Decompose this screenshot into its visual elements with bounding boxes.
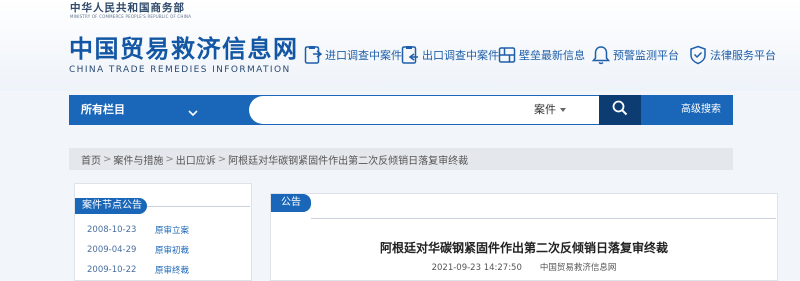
nav-legal-service-label: 法律服务平台 bbox=[710, 49, 776, 62]
article-timestamp: 2021-09-23 14:27:50 bbox=[431, 263, 522, 273]
search-input[interactable] bbox=[259, 97, 539, 123]
breadcrumb-home[interactable]: 首页 bbox=[81, 152, 101, 167]
nav-warning-platform-label: 预警监测平台 bbox=[613, 49, 679, 62]
search-type-select[interactable]: 案件 bbox=[534, 95, 596, 125]
nav-barrier-info[interactable]: 壁垒最新信息 bbox=[497, 42, 585, 68]
advanced-search-link[interactable]: 高级搜索 bbox=[681, 95, 721, 125]
divider bbox=[147, 206, 250, 207]
site-title-cn: 中国贸易救济信息网 bbox=[69, 35, 299, 63]
search-bar: 所有栏目 案件 高级搜索 bbox=[69, 95, 733, 125]
nav-legal-service[interactable]: 法律服务平台 bbox=[688, 42, 776, 68]
caret-down-icon bbox=[560, 108, 566, 112]
case-node-panel: 案件节点公告 2008-10-23 原审立案 2009-04-29 原审初裁 2… bbox=[74, 183, 252, 281]
list-item-date: 2008-10-23 bbox=[87, 225, 137, 235]
breadcrumb-separator: > bbox=[103, 153, 112, 165]
nav-export-cases[interactable]: 出口调查中案件 bbox=[400, 42, 499, 68]
article-panel: 公告 阿根廷对华碳钢紧固件作出第二次反倾销日落复审终裁 2021-09-23 1… bbox=[270, 193, 778, 281]
nav-barrier-info-label: 壁垒最新信息 bbox=[519, 49, 585, 62]
export-case-icon bbox=[400, 44, 420, 66]
list-item[interactable]: 2009-04-29 原审初裁 bbox=[87, 240, 189, 260]
list-item[interactable]: 2008-10-23 原审立案 bbox=[87, 220, 189, 240]
search-button[interactable] bbox=[599, 95, 641, 125]
nav-import-cases[interactable]: 进口调查中案件 bbox=[303, 42, 402, 68]
site-logo[interactable]: 中国贸易救济信息网 CHINA TRADE REMEDIES INFORMATI… bbox=[69, 36, 299, 76]
breadcrumb: 首页 > 案件与措施 > 出口应诉 > 阿根廷对华碳钢紧固件作出第二次反倾销日落… bbox=[69, 148, 733, 170]
shield-check-icon bbox=[688, 44, 708, 66]
ministry-label: 中华人民共和国商务部 MINISTRY OF COMMERCE PEOPLE'S… bbox=[70, 3, 191, 20]
breadcrumb-current: 阿根廷对华碳钢紧固件作出第二次反倾销日落复审终裁 bbox=[228, 155, 469, 167]
article-title: 阿根廷对华碳钢紧固件作出第二次反倾销日落复审终裁 bbox=[379, 241, 668, 255]
search-type-label: 案件 bbox=[534, 103, 556, 116]
chevron-down-icon[interactable] bbox=[187, 104, 199, 117]
tab-notice[interactable]: 公告 bbox=[271, 194, 311, 212]
barrier-info-icon bbox=[497, 44, 517, 66]
import-case-icon bbox=[303, 44, 323, 66]
article-meta: 2021-09-23 14:27:50 中国贸易救济信息网 bbox=[271, 261, 777, 273]
list-item-link[interactable]: 原审立案 bbox=[155, 224, 189, 236]
breadcrumb-export-response[interactable]: 出口应诉 bbox=[176, 152, 216, 167]
breadcrumb-cases-measures[interactable]: 案件与措施 bbox=[113, 152, 163, 167]
list-item[interactable]: 2009-10-22 原审终裁 bbox=[87, 260, 189, 280]
breadcrumb-separator: > bbox=[165, 153, 174, 165]
site-title-en: CHINA TRADE REMEDIES INFORMATION bbox=[69, 65, 291, 75]
breadcrumb-separator: > bbox=[217, 153, 227, 165]
ministry-name-en: MINISTRY OF COMMERCE PEOPLE'S REPUBLIC O… bbox=[70, 14, 192, 19]
list-item-date: 2009-04-29 bbox=[87, 245, 137, 255]
all-columns-menu[interactable]: 所有栏目 bbox=[81, 95, 125, 125]
nav-import-cases-label: 进口调查中案件 bbox=[325, 49, 402, 62]
nav-warning-platform[interactable]: 预警监测平台 bbox=[591, 42, 679, 68]
case-node-list: 2008-10-23 原审立案 2009-04-29 原审初裁 2009-10-… bbox=[87, 220, 189, 280]
site-header: 中华人民共和国商务部 MINISTRY OF COMMERCE PEOPLE'S… bbox=[0, 0, 800, 91]
list-item-link[interactable]: 原审终裁 bbox=[155, 264, 189, 276]
search-icon bbox=[612, 100, 628, 120]
ministry-name-cn: 中华人民共和国商务部 bbox=[70, 2, 185, 14]
divider bbox=[311, 218, 776, 219]
list-item-date: 2009-10-22 bbox=[87, 265, 137, 275]
nav-export-cases-label: 出口调查中案件 bbox=[422, 49, 499, 62]
bell-icon bbox=[591, 44, 611, 66]
case-node-heading: 案件节点公告 bbox=[75, 198, 147, 214]
article-source: 中国贸易救济信息网 bbox=[539, 263, 617, 273]
list-item-link[interactable]: 原审初裁 bbox=[155, 244, 189, 256]
